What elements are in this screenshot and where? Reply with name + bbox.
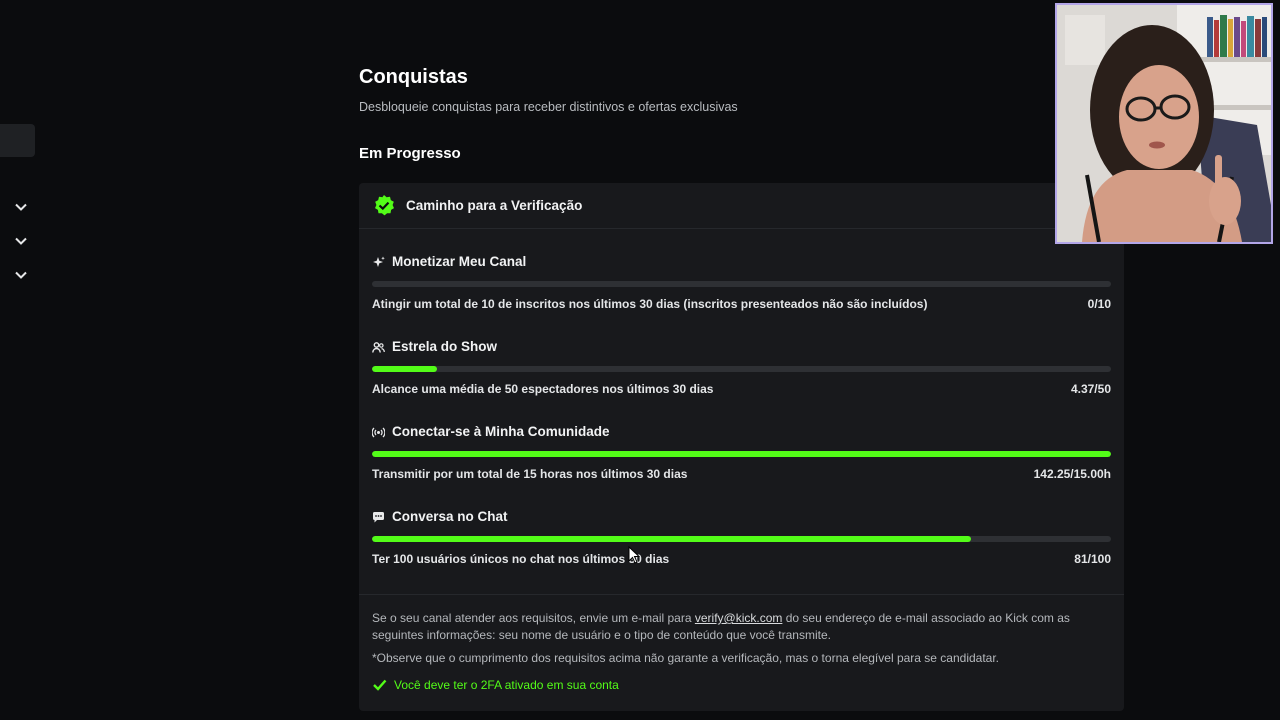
broadcast-icon bbox=[371, 426, 386, 439]
achievement-item: Estrela do Show Alcance uma média de 50 … bbox=[372, 339, 1111, 396]
achievement-value: 4.37/50 bbox=[1070, 382, 1111, 396]
card-header[interactable]: Caminho para a Verificação bbox=[359, 183, 1124, 229]
progress-fill bbox=[372, 366, 437, 372]
users-icon bbox=[372, 341, 385, 354]
progress-bar bbox=[372, 281, 1111, 287]
checkmark-icon bbox=[372, 677, 387, 692]
progress-fill bbox=[372, 536, 971, 542]
email-link[interactable]: verify@kick.com bbox=[695, 611, 783, 625]
achievement-description: Ter 100 usuários únicos no chat nos últi… bbox=[372, 552, 670, 566]
webcam-overlay bbox=[1055, 3, 1273, 244]
verification-info: Se o seu canal atender aos requisitos, e… bbox=[372, 610, 1112, 644]
achievement-value: 0/10 bbox=[1087, 297, 1111, 311]
divider bbox=[359, 594, 1124, 595]
progress-bar bbox=[372, 451, 1111, 457]
progress-bar bbox=[372, 536, 1111, 542]
verification-card: Caminho para a Verificação Monetizar Meu… bbox=[359, 183, 1124, 711]
achievement-value: 81/100 bbox=[1074, 552, 1111, 566]
chevron-down-icon[interactable] bbox=[14, 200, 28, 214]
achievement-value: 142.25/15.00h bbox=[1033, 467, 1111, 481]
achievement-title: Monetizar Meu Canal bbox=[392, 254, 527, 269]
achievement-title: Estrela do Show bbox=[392, 339, 498, 354]
chevron-down-icon[interactable] bbox=[14, 234, 28, 248]
sparkle-icon bbox=[372, 256, 385, 269]
achievement-description: Transmitir por um total de 15 horas nos … bbox=[372, 467, 688, 481]
page-title: Conquistas bbox=[359, 66, 468, 88]
achievement-item: Conectar-se à Minha Comunidade Transmiti… bbox=[371, 424, 1111, 481]
page-subtitle: Desbloqueie conquistas para receber dist… bbox=[359, 100, 738, 114]
chat-bubble-icon bbox=[372, 511, 385, 524]
achievement-description: Atingir um total de 10 de inscritos nos … bbox=[372, 297, 928, 311]
verified-badge-icon bbox=[372, 194, 396, 218]
progress-fill bbox=[372, 451, 1111, 457]
achievement-title: Conversa no Chat bbox=[392, 509, 508, 524]
section-title: Em Progresso bbox=[359, 145, 461, 162]
achievement-item: Monetizar Meu Canal Atingir um total de … bbox=[372, 254, 1111, 311]
achievement-description: Alcance uma média de 50 espectadores nos… bbox=[372, 382, 714, 396]
card-title: Caminho para a Verificação bbox=[406, 198, 583, 213]
progress-bar bbox=[372, 366, 1111, 372]
mouse-cursor-icon bbox=[628, 545, 641, 564]
info-text: Se o seu canal atender aos requisitos, e… bbox=[372, 611, 695, 625]
sidebar-item[interactable] bbox=[0, 124, 35, 157]
disclaimer-note: *Observe que o cumprimento dos requisito… bbox=[372, 651, 1000, 665]
requirement-text: Você deve ter o 2FA ativado em sua conta bbox=[394, 678, 619, 692]
achievement-item: Conversa no Chat Ter 100 usuários únicos… bbox=[372, 509, 1111, 566]
achievement-title: Conectar-se à Minha Comunidade bbox=[392, 424, 610, 439]
chevron-down-icon[interactable] bbox=[14, 268, 28, 282]
webcam-video bbox=[1057, 5, 1271, 242]
